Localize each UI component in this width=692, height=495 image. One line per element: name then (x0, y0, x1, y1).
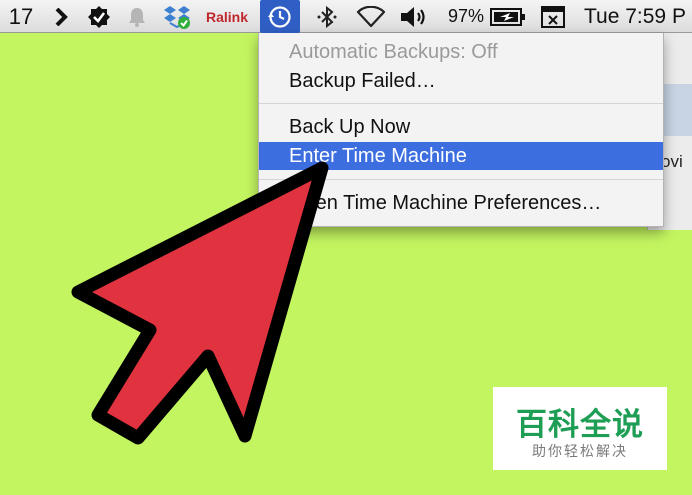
watermark-logo: 百科全说 助你轻松解决 (493, 387, 667, 470)
watermark-subtitle: 助你轻松解决 (532, 443, 628, 459)
watermark-title: 百科全说 (516, 407, 644, 442)
